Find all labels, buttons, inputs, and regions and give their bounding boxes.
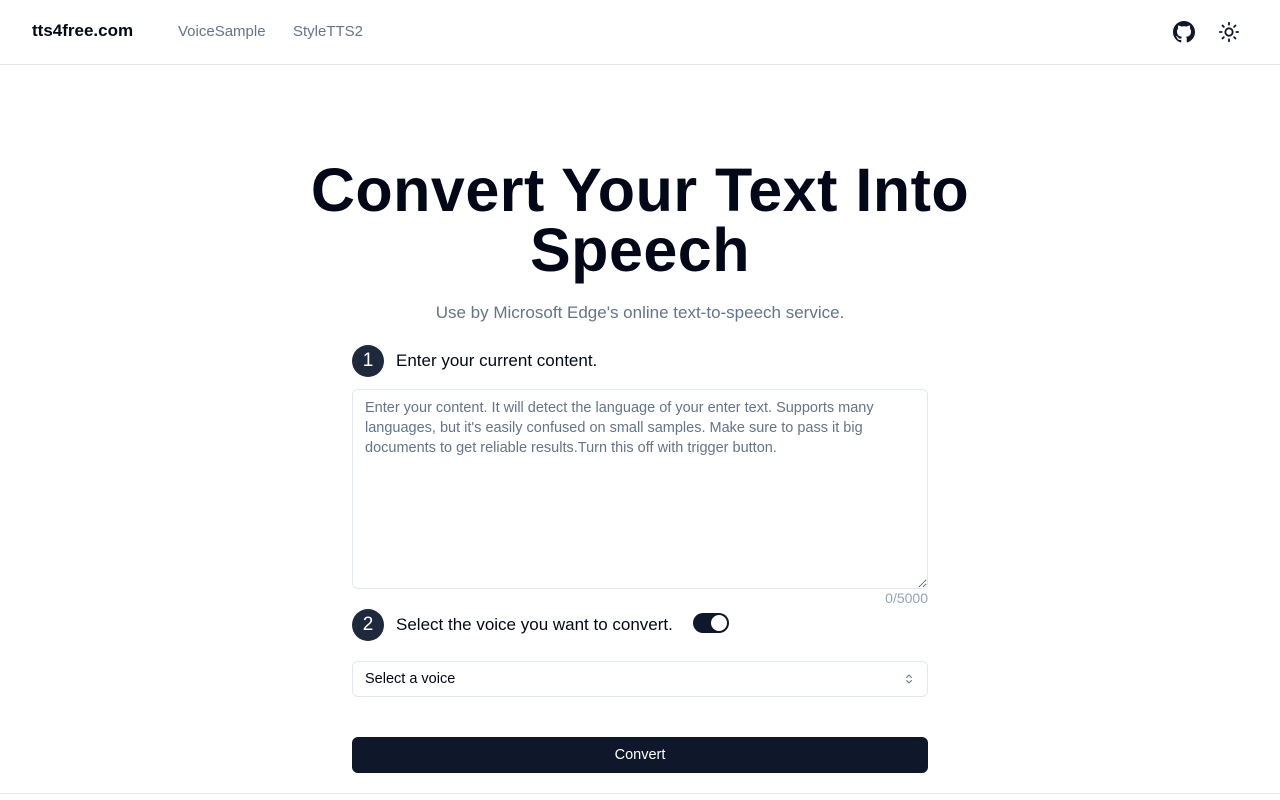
nav-link-styletts2[interactable]: StyleTTS2 bbox=[293, 23, 363, 40]
page-title: Convert Your Text Into Speech bbox=[310, 156, 970, 284]
toggle-knob bbox=[711, 615, 727, 631]
footer-divider bbox=[0, 793, 1280, 794]
voice-select[interactable]: Select a voice bbox=[352, 661, 928, 697]
github-icon bbox=[1173, 21, 1195, 43]
chevron-up-down-icon bbox=[903, 673, 915, 685]
page-subtitle: Use by Microsoft Edge's online text-to-s… bbox=[435, 303, 845, 322]
site-header: tts4free.com VoiceSample StyleTTS2 bbox=[0, 0, 1280, 65]
voice-select-value: Select a voice bbox=[365, 671, 456, 687]
brand-logo-link[interactable]: tts4free.com bbox=[32, 21, 133, 41]
step-1-label: Enter your current content. bbox=[396, 351, 598, 370]
char-counter: 0/5000 bbox=[885, 590, 928, 606]
step-2-badge: 2 bbox=[352, 609, 384, 641]
convert-button[interactable]: Convert bbox=[352, 737, 928, 773]
github-button[interactable] bbox=[1172, 20, 1196, 44]
step-1-badge: 1 bbox=[352, 345, 384, 377]
language-detect-toggle[interactable] bbox=[693, 613, 729, 633]
theme-toggle-button[interactable] bbox=[1217, 20, 1241, 44]
sun-icon bbox=[1218, 21, 1240, 43]
nav-link-voicesample[interactable]: VoiceSample bbox=[178, 23, 266, 40]
step-2-label: Select the voice you want to convert. bbox=[396, 615, 673, 634]
content-textarea[interactable] bbox=[352, 389, 928, 589]
